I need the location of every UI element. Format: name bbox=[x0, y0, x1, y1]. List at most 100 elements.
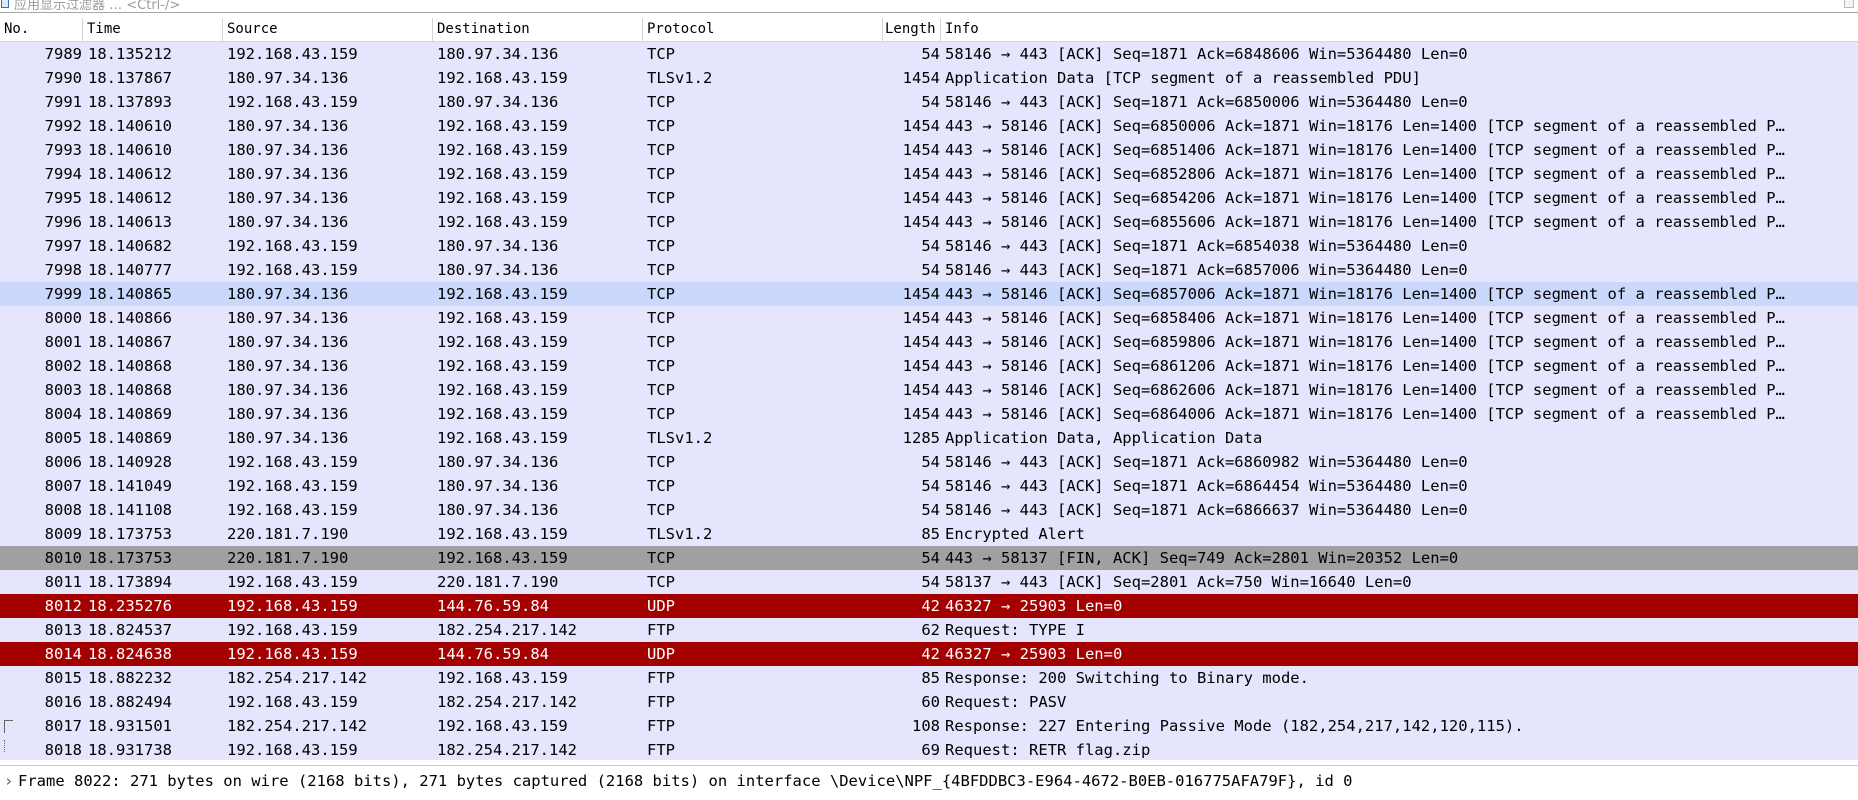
cell-protocol: TCP bbox=[647, 261, 675, 279]
cell-length: 1454 bbox=[902, 189, 940, 207]
packet-row[interactable]: 8001 18.140867 180.97.34.136 192.168.43.159… bbox=[0, 330, 1858, 354]
cell-protocol: FTP bbox=[647, 717, 675, 735]
cell-time: 18.140867 bbox=[88, 333, 172, 351]
cell-protocol: TCP bbox=[647, 405, 675, 423]
cell-length: 1454 bbox=[902, 165, 940, 183]
packet-row[interactable]: 7994 18.140612 180.97.34.136 192.168.43.159… bbox=[0, 162, 1858, 186]
column-header-time[interactable]: Time bbox=[83, 18, 223, 41]
column-header-info[interactable]: Info bbox=[941, 18, 1858, 41]
cell-destination: 180.97.34.136 bbox=[437, 453, 559, 471]
column-header-protocol[interactable]: Protocol bbox=[643, 18, 883, 41]
cell-protocol: UDP bbox=[647, 645, 675, 663]
cell-destination: 182.254.217.142 bbox=[437, 621, 577, 639]
cell-time: 18.141049 bbox=[88, 477, 172, 495]
packet-row[interactable]: 8004 18.140869 180.97.34.136 192.168.43.159… bbox=[0, 402, 1858, 426]
cell-length: 1454 bbox=[902, 333, 940, 351]
cell-destination: 180.97.34.136 bbox=[437, 237, 559, 255]
cell-time: 18.140610 bbox=[88, 117, 172, 135]
cell-protocol: FTP bbox=[647, 741, 675, 759]
packet-row[interactable]: 8012 18.235276 192.168.43.159 144.76.59.84 U… bbox=[0, 594, 1858, 618]
packet-row[interactable]: 7989 18.135212 192.168.43.159 180.97.34.136… bbox=[0, 42, 1858, 66]
cell-no: 8008 bbox=[44, 501, 82, 519]
cell-source: 220.181.7.190 bbox=[227, 549, 349, 567]
packet-list: 7989 18.135212 192.168.43.159 180.97.34.136… bbox=[0, 42, 1858, 760]
display-filter-input[interactable]: 应用显示过滤器 … <Ctrl-/> bbox=[14, 0, 180, 12]
cell-no: 8004 bbox=[44, 405, 82, 423]
packet-row[interactable]: 8018 18.931738 192.168.43.159 182.254.217.1… bbox=[0, 738, 1858, 760]
packet-row[interactable]: 8016 18.882494 192.168.43.159 182.254.217.1… bbox=[0, 690, 1858, 714]
column-header-length[interactable]: Length bbox=[883, 18, 941, 41]
cell-length: 85 bbox=[921, 525, 940, 543]
cell-no: 7994 bbox=[44, 165, 82, 183]
cell-no: 8006 bbox=[44, 453, 82, 471]
cell-protocol: UDP bbox=[647, 597, 675, 615]
cell-no: 7996 bbox=[44, 213, 82, 231]
packet-row[interactable]: 7990 18.137867 180.97.34.136 192.168.43.159… bbox=[0, 66, 1858, 90]
cell-info: 443 → 58146 [ACK] Seq=6854206 Ack=1871 W… bbox=[945, 189, 1785, 207]
packet-row[interactable]: 8002 18.140868 180.97.34.136 192.168.43.159… bbox=[0, 354, 1858, 378]
cell-no: 7991 bbox=[44, 93, 82, 111]
packet-detail-pane: › Frame 8022: 271 bytes on wire (2168 bit… bbox=[0, 765, 1858, 800]
packet-row[interactable]: 8007 18.141049 192.168.43.159 180.97.34.136… bbox=[0, 474, 1858, 498]
packet-row[interactable]: 8013 18.824537 192.168.43.159 182.254.217.1… bbox=[0, 618, 1858, 642]
cell-source: 192.168.43.159 bbox=[227, 45, 358, 63]
cell-info: 443 → 58146 [ACK] Seq=6855606 Ack=1871 W… bbox=[945, 213, 1785, 231]
bookmark-filter-icon[interactable] bbox=[1, 0, 9, 8]
cell-source: 192.168.43.159 bbox=[227, 477, 358, 495]
cell-destination: 192.168.43.159 bbox=[437, 333, 568, 351]
cell-no: 7993 bbox=[44, 141, 82, 159]
packet-row[interactable]: 8014 18.824638 192.168.43.159 144.76.59.84 U… bbox=[0, 642, 1858, 666]
cell-length: 69 bbox=[921, 741, 940, 759]
packet-row[interactable]: 8008 18.141108 192.168.43.159 180.97.34.136… bbox=[0, 498, 1858, 522]
cell-destination: 192.168.43.159 bbox=[437, 717, 568, 735]
cell-time: 18.140865 bbox=[88, 285, 172, 303]
packet-row[interactable]: 7996 18.140613 180.97.34.136 192.168.43.159… bbox=[0, 210, 1858, 234]
cell-time: 18.173753 bbox=[88, 525, 172, 543]
filter-dropdown-icon[interactable] bbox=[1844, 0, 1854, 8]
packet-row[interactable]: 8017 18.931501 182.254.217.142 192.168.43.1… bbox=[0, 714, 1858, 738]
column-header-no[interactable]: No. bbox=[0, 18, 83, 41]
cell-info: 443 → 58146 [ACK] Seq=6862606 Ack=1871 W… bbox=[945, 381, 1785, 399]
cell-time: 18.140869 bbox=[88, 429, 172, 447]
packet-row[interactable]: 8006 18.140928 192.168.43.159 180.97.34.136… bbox=[0, 450, 1858, 474]
cell-source: 180.97.34.136 bbox=[227, 189, 349, 207]
cell-no: 8013 bbox=[44, 621, 82, 639]
cell-destination: 182.254.217.142 bbox=[437, 693, 577, 711]
packet-row[interactable]: 7998 18.140777 192.168.43.159 180.97.34.136… bbox=[0, 258, 1858, 282]
cell-info: 46327 → 25903 Len=0 bbox=[945, 645, 1123, 663]
cell-protocol: TCP bbox=[647, 189, 675, 207]
column-header-source[interactable]: Source bbox=[223, 18, 433, 41]
packet-row[interactable]: 7999 18.140865 180.97.34.136 192.168.43.159… bbox=[0, 282, 1858, 306]
packet-row[interactable]: 8015 18.882232 182.254.217.142 192.168.43.1… bbox=[0, 666, 1858, 690]
packet-row[interactable]: 7992 18.140610 180.97.34.136 192.168.43.159… bbox=[0, 114, 1858, 138]
cell-protocol: TCP bbox=[647, 141, 675, 159]
cell-destination: 192.168.43.159 bbox=[437, 405, 568, 423]
column-header-destination[interactable]: Destination bbox=[433, 18, 643, 41]
cell-destination: 192.168.43.159 bbox=[437, 357, 568, 375]
cell-source: 180.97.34.136 bbox=[227, 165, 349, 183]
cell-length: 1454 bbox=[902, 381, 940, 399]
cell-time: 18.173894 bbox=[88, 573, 172, 591]
packet-row[interactable]: 7991 18.137893 192.168.43.159 180.97.34.136… bbox=[0, 90, 1858, 114]
packet-row[interactable]: 8009 18.173753 220.181.7.190 192.168.43.159… bbox=[0, 522, 1858, 546]
cell-destination: 180.97.34.136 bbox=[437, 261, 559, 279]
cell-no: 7990 bbox=[44, 69, 82, 87]
cell-time: 18.140868 bbox=[88, 357, 172, 375]
packet-row[interactable]: 7997 18.140682 192.168.43.159 180.97.34.136… bbox=[0, 234, 1858, 258]
packet-row[interactable]: 8000 18.140866 180.97.34.136 192.168.43.159… bbox=[0, 306, 1858, 330]
cell-length: 60 bbox=[921, 693, 940, 711]
packet-row[interactable]: 8010 18.173753 220.181.7.190 192.168.43.159… bbox=[0, 546, 1858, 570]
packet-row[interactable]: 8003 18.140868 180.97.34.136 192.168.43.159… bbox=[0, 378, 1858, 402]
detail-frame-item[interactable]: › Frame 8022: 271 bytes on wire (2168 bit… bbox=[4, 770, 1352, 792]
cell-source: 220.181.7.190 bbox=[227, 525, 349, 543]
cell-length: 1454 bbox=[902, 285, 940, 303]
cell-no: 8001 bbox=[44, 333, 82, 351]
expand-arrow-icon[interactable]: › bbox=[4, 770, 18, 792]
cell-no: 7997 bbox=[44, 237, 82, 255]
cell-time: 18.137867 bbox=[88, 69, 172, 87]
packet-row[interactable]: 7993 18.140610 180.97.34.136 192.168.43.159… bbox=[0, 138, 1858, 162]
cell-protocol: TCP bbox=[647, 453, 675, 471]
packet-row[interactable]: 8011 18.173894 192.168.43.159 220.181.7.190… bbox=[0, 570, 1858, 594]
packet-row[interactable]: 7995 18.140612 180.97.34.136 192.168.43.159… bbox=[0, 186, 1858, 210]
packet-row[interactable]: 8005 18.140869 180.97.34.136 192.168.43.159… bbox=[0, 426, 1858, 450]
